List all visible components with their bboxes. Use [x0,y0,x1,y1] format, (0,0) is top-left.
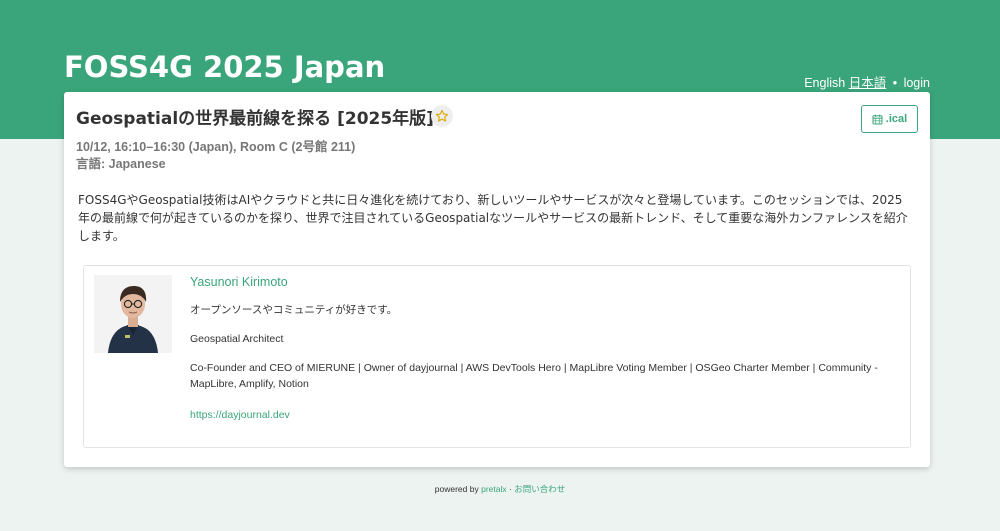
speaker-bio-3: Co-Founder and CEO of MIERUNE | Owner of… [190,362,878,390]
login-link[interactable]: login [904,76,930,90]
speaker-photo [94,275,172,353]
speaker-bio-2: Geospatial Architect [190,333,284,345]
ical-button[interactable]: .ical [861,105,918,133]
site-title[interactable]: FOSS4G 2025 Japan [64,50,385,84]
favorite-button[interactable] [431,105,453,127]
star-icon [435,109,449,122]
speaker-website-link[interactable]: https://dayjournal.dev [190,409,290,421]
speaker-bio-1: オープンソースやコミュニティが好きです。 [190,304,398,316]
nav-separator: • [892,76,898,90]
talk-meta: 10/12, 16:10–16:30 (Japan), Room C (2号館 … [76,139,355,173]
pretalx-link[interactable]: pretalx [481,484,507,494]
speaker-name-link[interactable]: Yasunori Kirimoto [190,275,890,289]
talk-language: 言語: Japanese [76,157,166,171]
footer-separator: · [508,484,512,494]
ical-label: .ical [885,113,908,125]
lang-english-link[interactable]: English [804,76,845,90]
lang-japanese-current: 日本語 [848,76,887,90]
speaker-info: Yasunori Kirimoto オープンソースやコミュニティが好きです。 G… [190,275,890,423]
footer-powered-by: powered by [434,484,479,494]
speaker-box: Yasunori Kirimoto オープンソースやコミュニティが好きです。 G… [83,265,911,448]
speaker-avatar[interactable] [94,275,172,353]
talk-title: Geospatialの世界最前線を探る [2025年版] [76,109,434,129]
talk-card: Geospatialの世界最前線を探る [2025年版] .ical 10/12… [64,92,930,467]
calendar-icon [872,114,883,124]
top-nav: English 日本語 • login [804,72,930,91]
contact-link[interactable]: お問い合わせ [514,484,565,494]
talk-time-room: 10/12, 16:10–16:30 (Japan), Room C (2号館 … [76,140,356,154]
talk-abstract: FOSS4GやGeospatial技術はAIやクラウドと共に日々進化を続けており… [78,193,908,243]
footer: powered by pretalx · お問い合わせ [0,483,1000,495]
